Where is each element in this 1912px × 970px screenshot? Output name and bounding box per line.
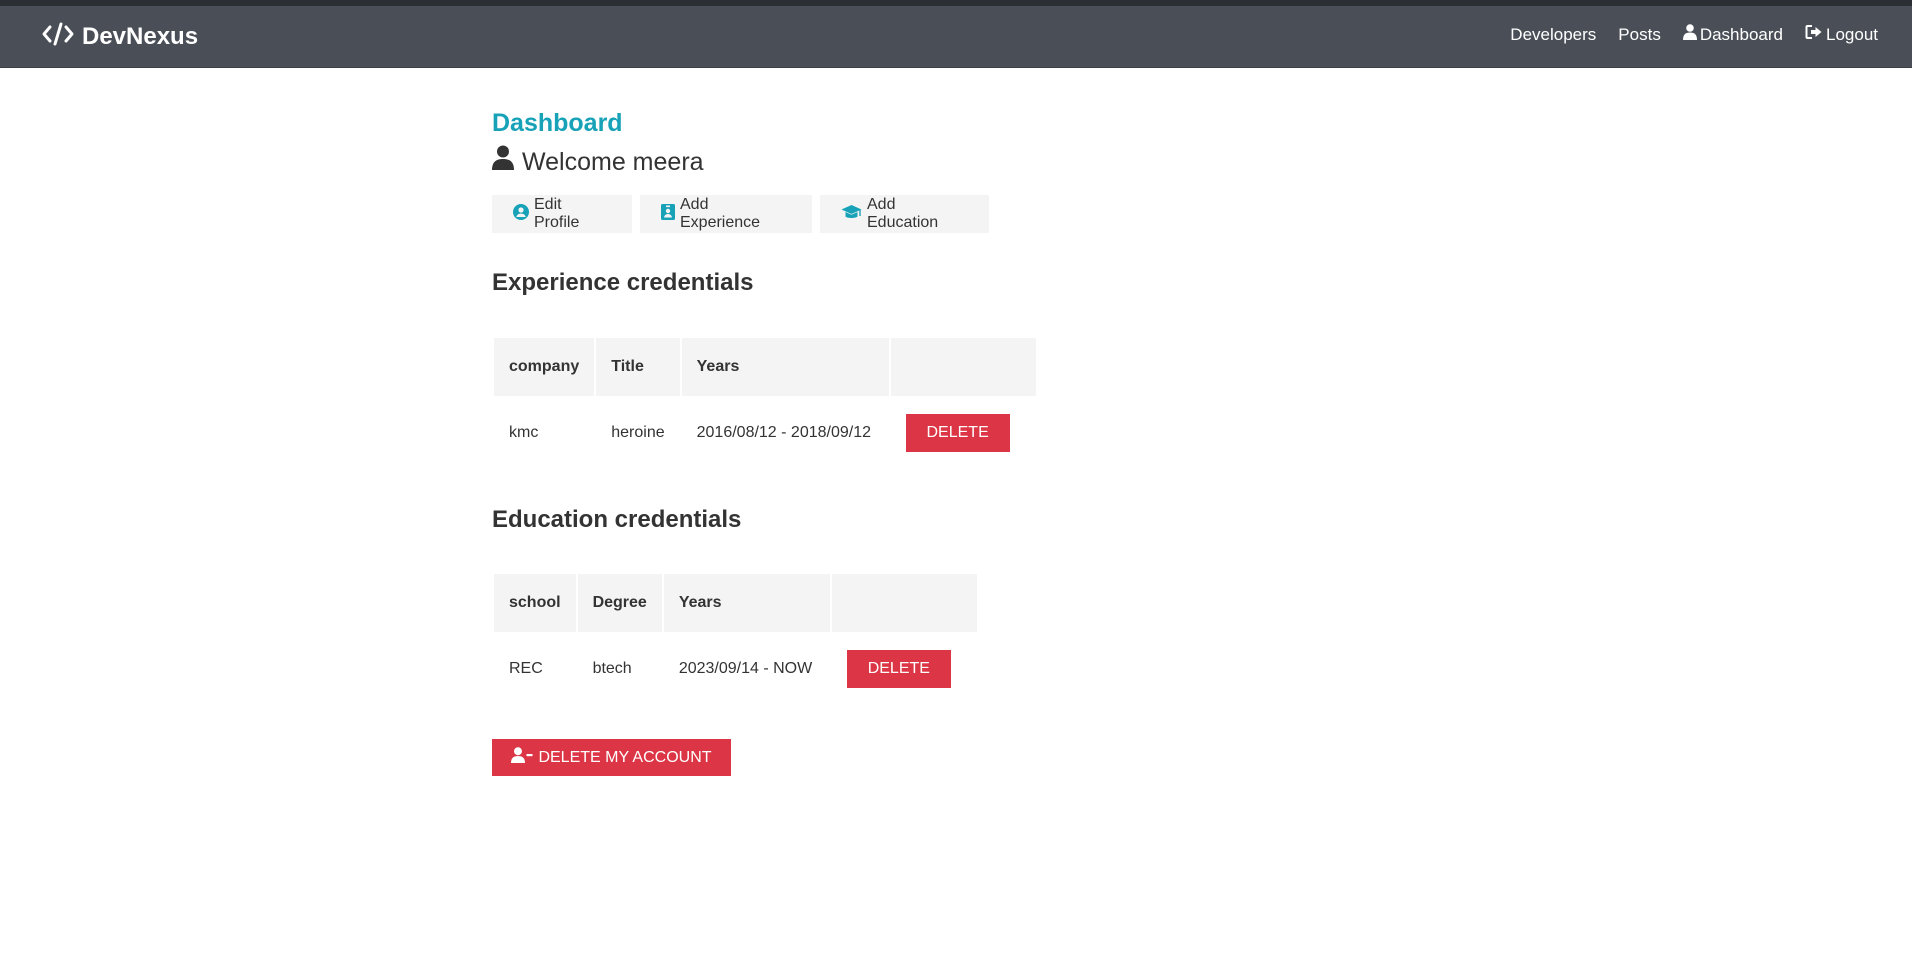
code-icon	[42, 22, 82, 53]
navbar: DevNexus Developers Posts Dashboard Logo…	[0, 6, 1912, 68]
add-education-label: Add Education	[867, 196, 939, 231]
nav-dashboard[interactable]: Dashboard	[1682, 24, 1783, 45]
page-title: Dashboard	[492, 109, 623, 137]
delete-education-button[interactable]: DELETE	[846, 650, 951, 688]
nav-posts-label: Posts	[1618, 24, 1661, 44]
brand-name: DevNexus	[82, 23, 199, 50]
nav-logout-label: Logout	[1826, 24, 1878, 44]
user-icon	[492, 145, 522, 179]
add-education-button[interactable]: Add Education	[820, 195, 989, 233]
header-years: Years	[663, 574, 830, 632]
header-company: company	[494, 338, 595, 396]
header-actions	[890, 338, 1036, 396]
sign-out-icon	[1805, 24, 1826, 45]
header-actions	[831, 574, 977, 632]
nav-links: Developers Posts Dashboard Logout	[1488, 24, 1878, 45]
experience-table: company Title Years kmc heroine 2016/08/…	[492, 338, 1038, 470]
delete-account-label: DELETE MY ACCOUNT	[538, 748, 712, 766]
edit-profile-button[interactable]: Edit Profile	[492, 195, 632, 233]
edit-profile-label: Edit Profile	[534, 196, 580, 231]
header-years: Years	[681, 338, 889, 396]
education-header-row: school Degree Years	[494, 574, 977, 632]
delete-account-button[interactable]: DELETE MY ACCOUNT	[492, 739, 731, 776]
brand-link[interactable]: DevNexus	[42, 22, 198, 52]
header-degree: Degree	[577, 574, 662, 632]
experience-action-cell: DELETE	[891, 396, 1036, 470]
experience-years: 2016/08/12 - 2018/09/12	[696, 424, 871, 441]
table-row: REC btech 2023/09/14 - NOW DELETE	[494, 632, 977, 706]
table-row: kmc heroine 2016/08/12 - 2018/09/12 DELE…	[494, 396, 1036, 470]
user-circle-icon	[513, 203, 534, 225]
nav-developers[interactable]: Developers	[1510, 25, 1596, 45]
education-action-cell: DELETE	[832, 632, 977, 706]
header-school: school	[494, 574, 576, 632]
welcome-message: Welcome meera	[492, 145, 704, 179]
add-experience-button[interactable]: Add Experience	[640, 195, 812, 233]
education-degree: btech	[592, 660, 632, 677]
nav-posts[interactable]: Posts	[1618, 25, 1661, 45]
education-title: Education credentials	[492, 506, 742, 533]
nav-logout[interactable]: Logout	[1805, 24, 1878, 45]
user-icon	[1682, 24, 1700, 45]
education-table: school Degree Years REC btech 2023/09/14…	[492, 574, 979, 706]
experience-title: Experience credentials	[492, 269, 754, 296]
welcome-text: Welcome meera	[522, 148, 704, 176]
graduation-cap-icon	[841, 204, 867, 225]
id-badge-icon	[661, 203, 680, 225]
user-minus-icon	[511, 747, 538, 768]
experience-company: kmc	[509, 424, 539, 441]
dashboard-actions: Edit Profile Add Experience Add Educatio…	[492, 195, 997, 233]
delete-experience-button[interactable]: DELETE	[905, 414, 1010, 452]
experience-title-cell: heroine	[611, 424, 665, 441]
add-experience-label: Add Experience	[680, 196, 761, 231]
experience-header-row: company Title Years	[494, 338, 1036, 396]
header-title: Title	[596, 338, 680, 396]
nav-developers-label: Developers	[1510, 24, 1597, 44]
nav-dashboard-label: Dashboard	[1699, 24, 1783, 44]
education-years: 2023/09/14 - NOW	[678, 660, 813, 677]
education-school: REC	[509, 660, 543, 677]
